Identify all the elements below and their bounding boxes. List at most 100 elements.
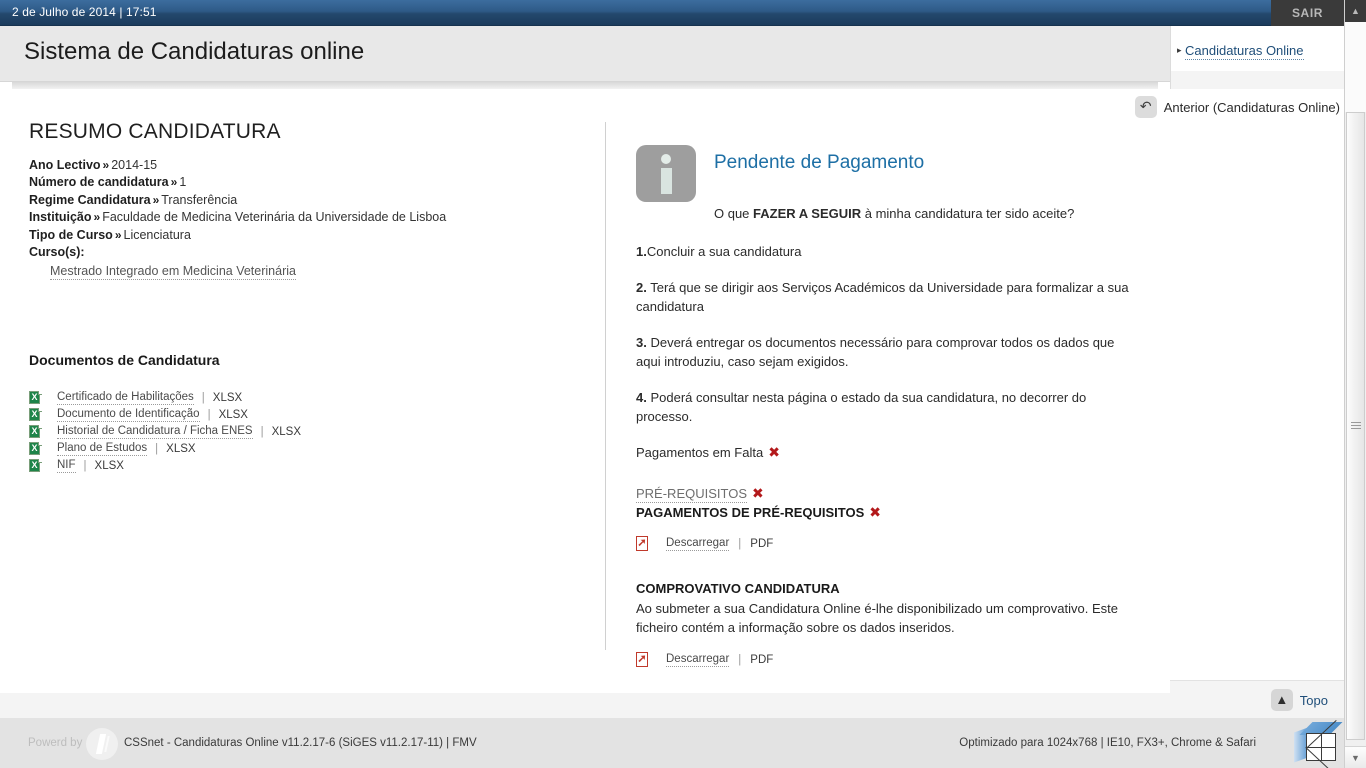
document-link[interactable]: NIF — [57, 459, 76, 473]
pdf-file-icon: ➚ — [636, 652, 648, 667]
step-number: 4. — [636, 390, 647, 405]
prerequisites-row: PRÉ-REQUISITOS ✖ — [636, 486, 1136, 503]
download-separator: | — [738, 653, 742, 666]
summary-field-regime-candidatura: Regime Candidatura» Transferência — [29, 192, 589, 209]
field-label: Curso(s): — [29, 245, 85, 260]
document-link[interactable]: Documento de Identificação — [57, 408, 200, 422]
scroll-to-top-label: Topo — [1299, 692, 1328, 708]
document-extension: XLSX — [94, 459, 124, 472]
download-row-proof: ➚ Descarregar | PDF — [636, 652, 1136, 667]
download-link[interactable]: Descarregar — [666, 537, 730, 551]
field-separator: » — [93, 210, 101, 225]
field-value: Faculdade de Medicina Veterinária da Uni… — [102, 210, 447, 225]
step-number: 3. — [636, 335, 647, 350]
content-bottom-fill — [0, 680, 1170, 693]
document-extension: XLSX — [218, 408, 248, 421]
download-row-prerequisites: ➚ Descarregar | PDF — [636, 536, 1136, 551]
step-text: Deverá entregar os documentos necessário… — [636, 335, 1115, 369]
status-step-2: 2. Terá que se dirigir aos Serviços Acad… — [636, 278, 1136, 316]
document-separator: | — [83, 459, 87, 472]
proof-title: COMPROVATIVO CANDIDATURA — [636, 581, 840, 596]
document-extension: XLSX — [166, 442, 196, 455]
footer-product-info: CSSnet - Candidaturas Online v11.2.17-6 … — [124, 737, 477, 749]
documents-title: Documentos de Candidatura — [29, 352, 220, 369]
document-row: X NIF | XLSX — [29, 457, 589, 474]
field-value: Transferência — [161, 192, 238, 207]
document-row: X Certificado de Habilitações | XLSX — [29, 389, 589, 406]
scroll-to-top-button[interactable]: ▲ Topo — [1270, 689, 1328, 711]
page-scrollbar[interactable]: ▲ ▼ — [1344, 0, 1366, 768]
status-step-4: 4. Poderá consultar nesta página o estad… — [636, 388, 1136, 426]
status-header: Pendente de Pagamento — [636, 140, 1136, 202]
scrollbar-track-top[interactable] — [1345, 22, 1366, 112]
field-separator: » — [170, 175, 178, 190]
field-separator: » — [152, 192, 160, 207]
prerequisites-link[interactable]: PRÉ-REQUISITOS — [636, 486, 748, 503]
xlsx-file-icon: X — [29, 424, 42, 439]
step-number: 1. — [636, 244, 647, 259]
status-column: Pendente de Pagamento O que FAZER A SEGU… — [636, 140, 1136, 667]
field-value: 1 — [179, 175, 187, 190]
status-step-1: 1.Concluir a sua candidatura — [636, 242, 1136, 261]
step-text: Poderá consultar nesta página o estado d… — [636, 390, 1087, 424]
top-bar: 2 de Julho de 2014 | 17:51 — [0, 0, 1366, 26]
document-separator: | — [155, 442, 159, 455]
step-text: Terá que se dirigir aos Serviços Académi… — [636, 280, 1129, 314]
powered-by-label: Powerd by — [28, 737, 83, 749]
xlsx-file-icon: X — [29, 458, 42, 473]
step-number: 2. — [636, 280, 647, 295]
right-nav-strip — [1170, 71, 1344, 89]
question-emphasis: FAZER A SEGUIR — [753, 206, 862, 221]
field-label: Número de candidatura — [29, 175, 169, 190]
scrollbar-grip-icon — [1350, 422, 1361, 430]
current-datetime: 2 de Julho de 2014 | 17:51 — [12, 5, 157, 19]
column-divider — [605, 122, 606, 650]
document-link[interactable]: Certificado de Habilitações — [57, 391, 194, 405]
xlsx-file-icon: X — [29, 390, 42, 405]
question-prefix: O que — [714, 206, 754, 221]
field-value: 2014-15 — [111, 158, 158, 172]
cross-icon: ✖ — [752, 486, 764, 502]
cube-logo-icon — [1294, 722, 1343, 763]
scrollbar-down-button[interactable]: ▼ — [1345, 746, 1366, 768]
prerequisites-payments-row: PAGAMENTOS DE PRÉ-REQUISITOS ✖ — [636, 505, 1136, 521]
prerequisites-payments-label: PAGAMENTOS DE PRÉ-REQUISITOS — [636, 505, 865, 520]
proof-text: Ao submeter a sua Candidatura Online é-l… — [636, 601, 1118, 635]
document-extension: XLSX — [212, 391, 243, 404]
logout-button[interactable]: SAIR — [1271, 0, 1344, 26]
document-separator: | — [201, 391, 205, 404]
field-separator: » — [102, 158, 110, 172]
scrollbar-up-button[interactable]: ▲ — [1345, 0, 1366, 22]
question-suffix: à minha candidatura ter sido aceite? — [861, 206, 1075, 221]
summary-field-tipo-curso: Tipo de Curso» Licenciatura — [29, 227, 589, 244]
cross-icon: ✖ — [869, 505, 881, 521]
chevron-up-icon: ▲ — [1270, 689, 1293, 711]
document-link[interactable]: Historial de Candidatura / Ficha ENES — [57, 425, 253, 439]
xlsx-file-icon: X — [29, 407, 42, 422]
nav-link-candidaturas-online[interactable]: Candidaturas Online — [1185, 43, 1304, 60]
document-link[interactable]: Plano de Estudos — [57, 442, 148, 456]
page-root: 2 de Julho de 2014 | 17:51 SAIR Sistema … — [0, 0, 1366, 768]
cssnet-logo — [86, 728, 118, 760]
download-link[interactable]: Descarregar — [666, 653, 730, 667]
field-label: Tipo de Curso — [29, 227, 113, 242]
summary-field-numero-candidatura: Número de candidatura» 1 — [29, 174, 589, 191]
document-separator: | — [260, 425, 264, 438]
document-extension: XLSX — [271, 425, 302, 438]
xlsx-file-icon: X — [29, 441, 42, 456]
documents-list: X Certificado de Habilitações | XLSX X D… — [29, 389, 589, 474]
field-separator: » — [114, 227, 122, 242]
status-title: Pendente de Pagamento — [714, 152, 925, 173]
cross-icon: ✖ — [768, 445, 780, 461]
status-question: O que FAZER A SEGUIR à minha candidatura… — [714, 206, 1136, 221]
download-separator: | — [738, 537, 742, 550]
step-text: Concluir a sua candidatura — [646, 244, 802, 259]
course-link[interactable]: Mestrado Integrado em Medicina Veterinár… — [50, 264, 296, 281]
document-row: X Historial de Candidatura / Ficha ENES … — [29, 423, 589, 440]
field-value: Licenciatura — [123, 227, 191, 242]
download-extension: PDF — [750, 653, 774, 666]
scrollbar-thumb[interactable] — [1346, 112, 1365, 740]
summary-field-cursos-label: Curso(s): — [29, 244, 589, 261]
back-link[interactable]: ↶ Anterior (Candidaturas Online) — [1134, 96, 1340, 118]
back-arrow-icon: ↶ — [1134, 96, 1157, 118]
